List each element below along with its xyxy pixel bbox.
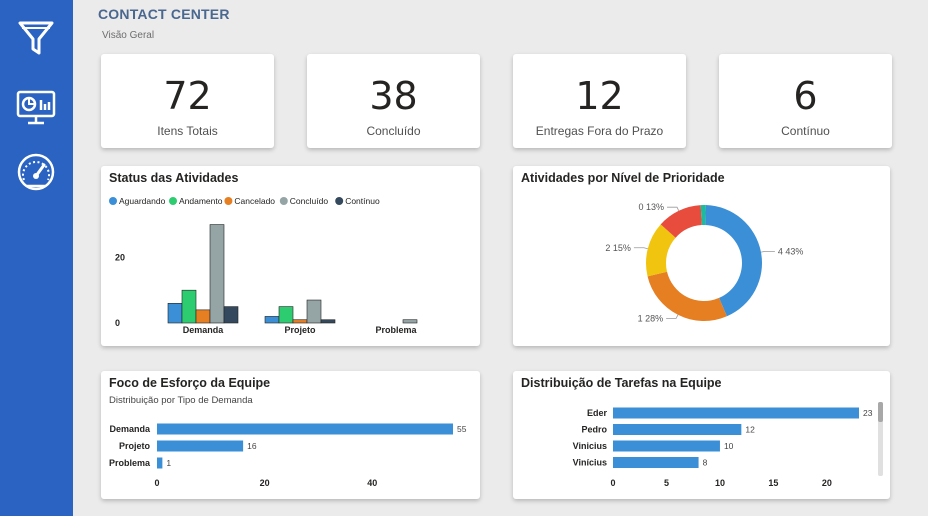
data-label: 10 [724,441,734,451]
sidebar [0,0,73,516]
x-tick-label: Demanda [183,325,225,335]
x-tick-label: 20 [260,478,270,488]
kpi-value: 38 [369,74,418,118]
bar[interactable] [320,319,336,324]
legend-label: Concluído [290,196,329,206]
data-label: 12 [745,425,755,435]
data-label: 55 [457,424,467,434]
bar[interactable] [167,303,183,324]
slice-label: 2 15% [605,243,631,253]
page-header: CONTACT CENTER Visão Geral [98,6,230,41]
kpi-label: Contínuo [781,124,830,138]
slice-leader-line [633,247,648,250]
kpi-label: Concluído [366,124,421,138]
status-chart: Aguardando Andamento Cancelado Concluído Con… [109,196,418,335]
bar[interactable] [613,457,699,468]
legend-marker [224,197,233,205]
bar[interactable] [613,407,859,419]
bar[interactable] [613,440,720,452]
x-tick-label: 0 [154,478,159,488]
data-label: 1 [166,458,171,468]
donut-slice[interactable] [705,205,762,317]
x-tick-label: Problema [375,325,417,335]
x-tick-label: 20 [822,478,832,488]
legend-marker [169,197,177,205]
bar[interactable] [292,319,308,324]
bar[interactable] [278,306,294,324]
category-label: Demanda [109,424,151,434]
scrollbar-track[interactable] [878,402,883,476]
slice-label: 0 13% [639,202,665,212]
kpi-card-entregas-fora-prazo: 12 Entregas Fora do Prazo [513,54,686,148]
priority-donut-chart: 4 43% 1 28% 2 15% 0 13% [605,202,804,323]
slice-leader-line [760,251,775,253]
bar[interactable] [157,440,244,452]
kpi-label: Itens Totais [157,124,218,138]
bar[interactable] [306,299,322,324]
kpi-card-itens-totais: 72 Itens Totais [101,54,274,148]
page-subtitle: Visão Geral [102,30,155,41]
x-tick-label: 5 [664,478,669,488]
category-label: Problema [109,458,151,468]
status-chart-panel[interactable]: Status das Atividades Aguardando Andament… [101,166,480,346]
y-tick-label: 20 [115,252,125,262]
filter-icon[interactable] [14,16,58,60]
category-label: Vinícius [573,458,607,468]
effort-chart-panel[interactable]: Foco de Esforço da Equipe Distribuição p… [101,371,480,499]
bar[interactable] [181,289,197,324]
legend-marker [335,197,344,205]
x-tick-label: 10 [715,478,725,488]
kpi-label: Entregas Fora do Prazo [535,124,664,138]
slice-label: 1 28% [638,313,664,323]
kpi-value: 72 [163,74,212,118]
slice-leader-line [666,314,679,319]
bar[interactable] [223,306,239,324]
x-tick-label: Projeto [284,325,316,335]
bar[interactable] [402,319,418,324]
kpi-value: 6 [793,74,818,118]
legend-marker [109,197,117,205]
slice-label: 4 43% [778,246,804,256]
bar[interactable] [195,309,211,324]
category-label: Projeto [119,441,151,451]
priority-chart-panel[interactable]: Atividades por Nível de Prioridade 4 43%… [513,166,890,346]
legend-marker [279,197,288,205]
data-label: 16 [247,441,257,451]
x-tick-label: 0 [610,478,615,488]
dashboard-screen-icon[interactable] [14,86,58,130]
x-tick-label: 40 [367,478,377,488]
data-label: 23 [863,408,873,418]
kpi-card-continuo: 6 Contínuo [719,54,892,148]
kpi-value: 12 [575,74,624,118]
legend-label: Aguardando [119,196,166,206]
data-label: 8 [703,458,708,468]
kpi-card-concluido: 38 Concluído [307,54,480,148]
team-chart-panel[interactable]: Distribuição de Tarefas na Equipe Eder 23… [513,371,890,499]
category-label: Vinicius [573,441,607,451]
legend-label: Cancelado [234,196,275,206]
category-label: Pedro [581,425,607,435]
x-tick-label: 15 [768,478,778,488]
team-bar-chart: Eder 23 Pedro 12 Vinicius 10 Vinícius 8 0 5 10 15 20 [573,407,873,488]
page-title: CONTACT CENTER [98,6,230,22]
bar[interactable] [613,424,742,435]
bar[interactable] [264,316,280,324]
bar[interactable] [157,457,163,469]
bar[interactable] [209,224,225,324]
gauge-icon[interactable] [14,150,58,194]
category-label: Eder [587,408,608,418]
bar[interactable] [157,423,453,435]
effort-bar-chart: Demanda 55 Projeto 16 Problema 10 20 40 [109,423,467,488]
slice-leader-line [667,206,680,211]
legend-label: Andamento [179,196,223,206]
legend-label: Contínuo [345,196,380,206]
scrollbar-thumb[interactable] [878,402,883,422]
y-tick-label: 0 [115,318,120,328]
